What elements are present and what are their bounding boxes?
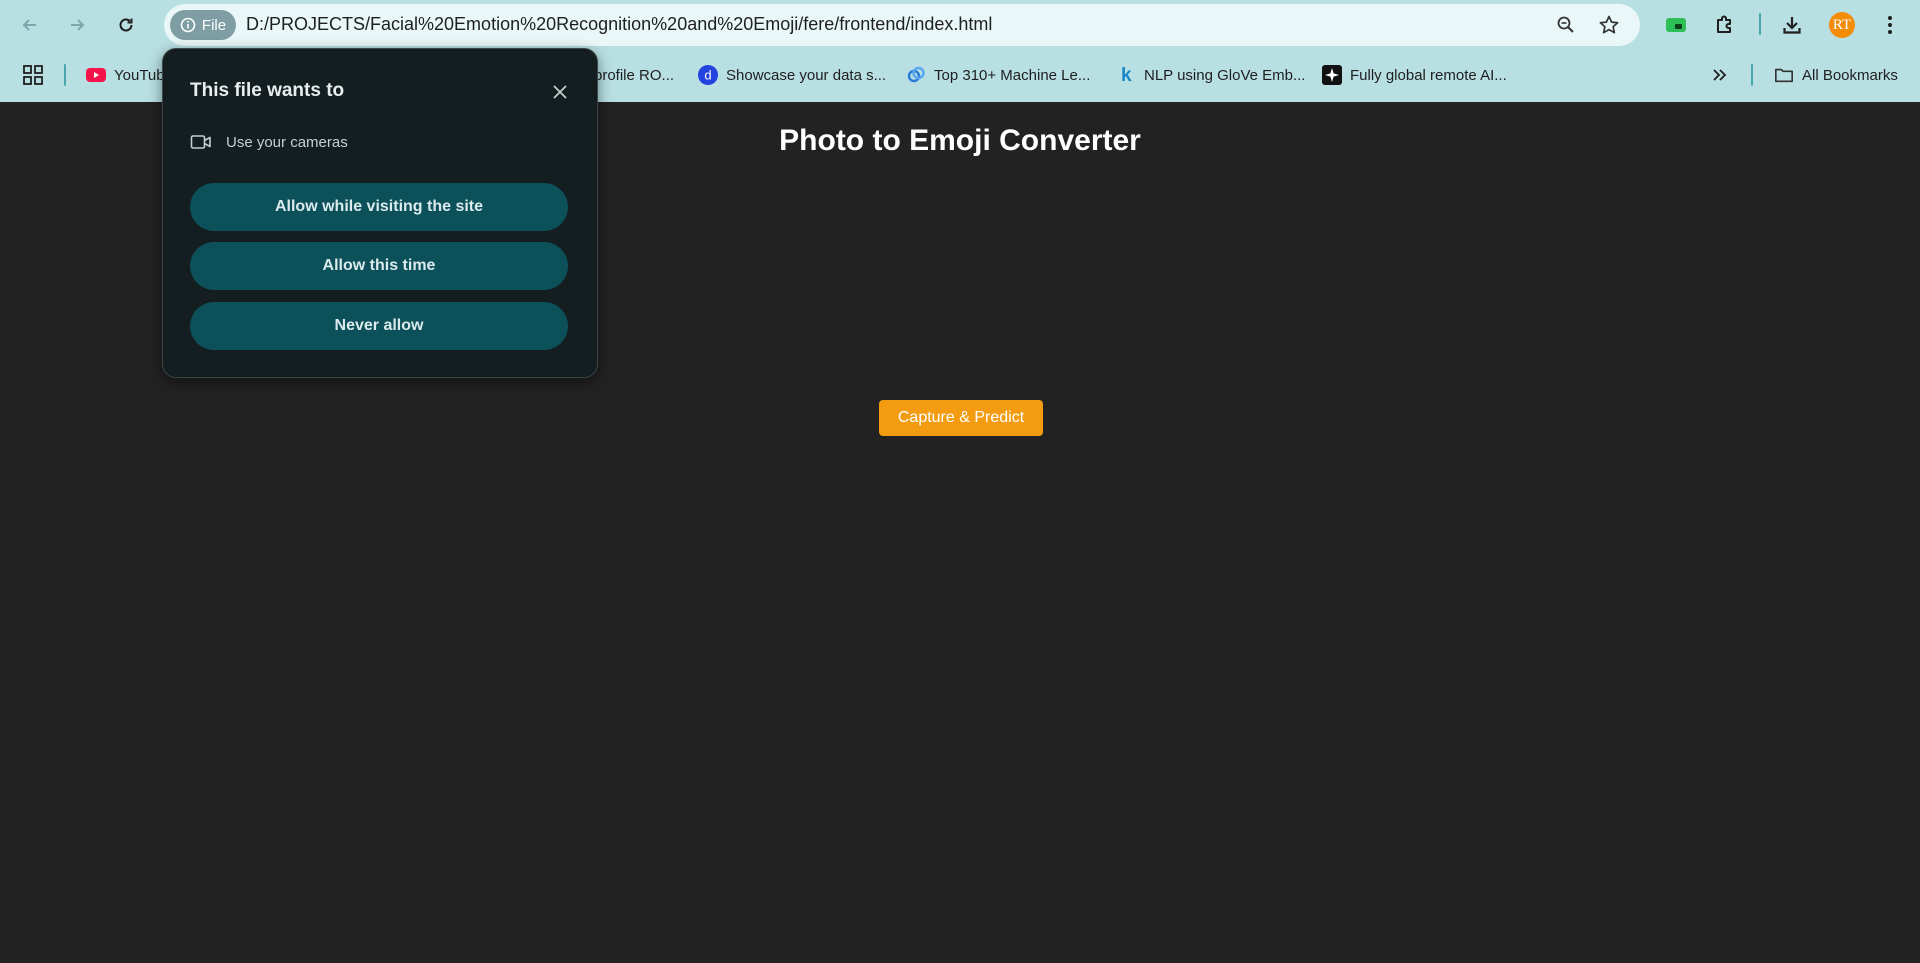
star-icon <box>1599 15 1619 34</box>
browser-menu-button[interactable] <box>1874 9 1906 41</box>
close-icon <box>553 85 567 99</box>
reload-button[interactable] <box>111 10 141 40</box>
never-allow-button[interactable]: Never allow <box>190 302 568 350</box>
allow-this-time-button[interactable]: Allow this time <box>190 242 568 290</box>
site-info-label: File <box>201 16 227 34</box>
zoom-button[interactable] <box>1552 11 1580 39</box>
bookmark-item[interactable]: k NLP using GloVe Emb... <box>1116 61 1305 89</box>
svg-text:d: d <box>704 68 711 83</box>
all-bookmarks-label: All Bookmarks <box>1802 66 1898 84</box>
extensions-button[interactable] <box>1709 9 1741 41</box>
folder-icon <box>1774 65 1794 85</box>
bookmark-label: profile RO... <box>594 66 675 84</box>
address-bar[interactable]: File D:/PROJECTS/Facial%20Emotion%20Reco… <box>164 4 1640 46</box>
puzzle-icon <box>1717 15 1731 33</box>
bookmark-label: Showcase your data s... <box>726 66 887 84</box>
svg-text:k: k <box>1121 65 1132 85</box>
extension-badge-icon <box>1666 18 1686 32</box>
d-icon: d <box>698 65 718 85</box>
popup-title: This file wants to <box>190 80 345 101</box>
bookmarks-separator <box>64 64 66 86</box>
reload-icon <box>119 18 133 32</box>
extension-badge-button[interactable] <box>1660 9 1692 41</box>
site-info-chip[interactable]: File <box>170 10 236 40</box>
forward-icon <box>71 19 85 31</box>
youtube-icon <box>86 65 106 85</box>
downloads-button[interactable] <box>1776 9 1808 41</box>
bookmark-item[interactable]: Fully global remote AI... <box>1322 61 1507 89</box>
allow-while-visiting-button[interactable]: Allow while visiting the site <box>190 183 568 231</box>
profile-avatar[interactable]: RT <box>1829 12 1855 38</box>
camera-icon <box>190 135 211 149</box>
bookmark-label: Fully global remote AI... <box>1350 66 1507 84</box>
info-icon <box>180 17 196 33</box>
bookmark-item[interactable]: d Showcase your data s... <box>698 61 886 89</box>
bookmark-item[interactable]: profile RO... <box>594 61 674 89</box>
bookmark-star-button[interactable] <box>1595 11 1623 39</box>
more-bookmarks-button[interactable] <box>1710 61 1728 89</box>
browser-toolbar: File D:/PROJECTS/Facial%20Emotion%20Reco… <box>0 0 1920 49</box>
back-button[interactable] <box>15 10 45 40</box>
permission-label: Use your cameras <box>226 133 348 151</box>
all-bookmarks-button[interactable]: All Bookmarks <box>1774 61 1898 89</box>
forward-button[interactable] <box>62 10 92 40</box>
apps-button[interactable] <box>22 61 44 89</box>
link-icon <box>906 65 926 85</box>
apps-grid-icon <box>23 65 43 85</box>
capture-predict-button[interactable]: Capture & Predict <box>879 400 1043 436</box>
bookmark-label: NLP using GloVe Emb... <box>1144 66 1306 84</box>
bookmark-item[interactable]: Top 310+ Machine Le... <box>906 61 1090 89</box>
permission-row: Use your cameras <box>190 133 348 151</box>
download-icon <box>1783 17 1801 34</box>
zoom-icon <box>1557 16 1574 33</box>
bookmark-label: Top 310+ Machine Le... <box>934 66 1091 84</box>
menu-icon <box>1888 16 1892 34</box>
k-icon: k <box>1116 65 1136 85</box>
bookmarks-separator <box>1751 64 1753 86</box>
bookmark-label: YouTub <box>114 66 165 84</box>
bookmark-item[interactable]: YouTub <box>86 61 165 89</box>
permission-popup: This file wants to Use your cameras Allo… <box>162 48 598 378</box>
sparkle-icon <box>1322 65 1342 85</box>
toolbar-separator <box>1759 13 1761 35</box>
url-text[interactable]: D:/PROJECTS/Facial%20Emotion%20Recogniti… <box>246 14 992 35</box>
close-button[interactable] <box>545 77 575 107</box>
back-icon <box>22 19 36 31</box>
chevron-double-right-icon <box>1713 69 1727 81</box>
